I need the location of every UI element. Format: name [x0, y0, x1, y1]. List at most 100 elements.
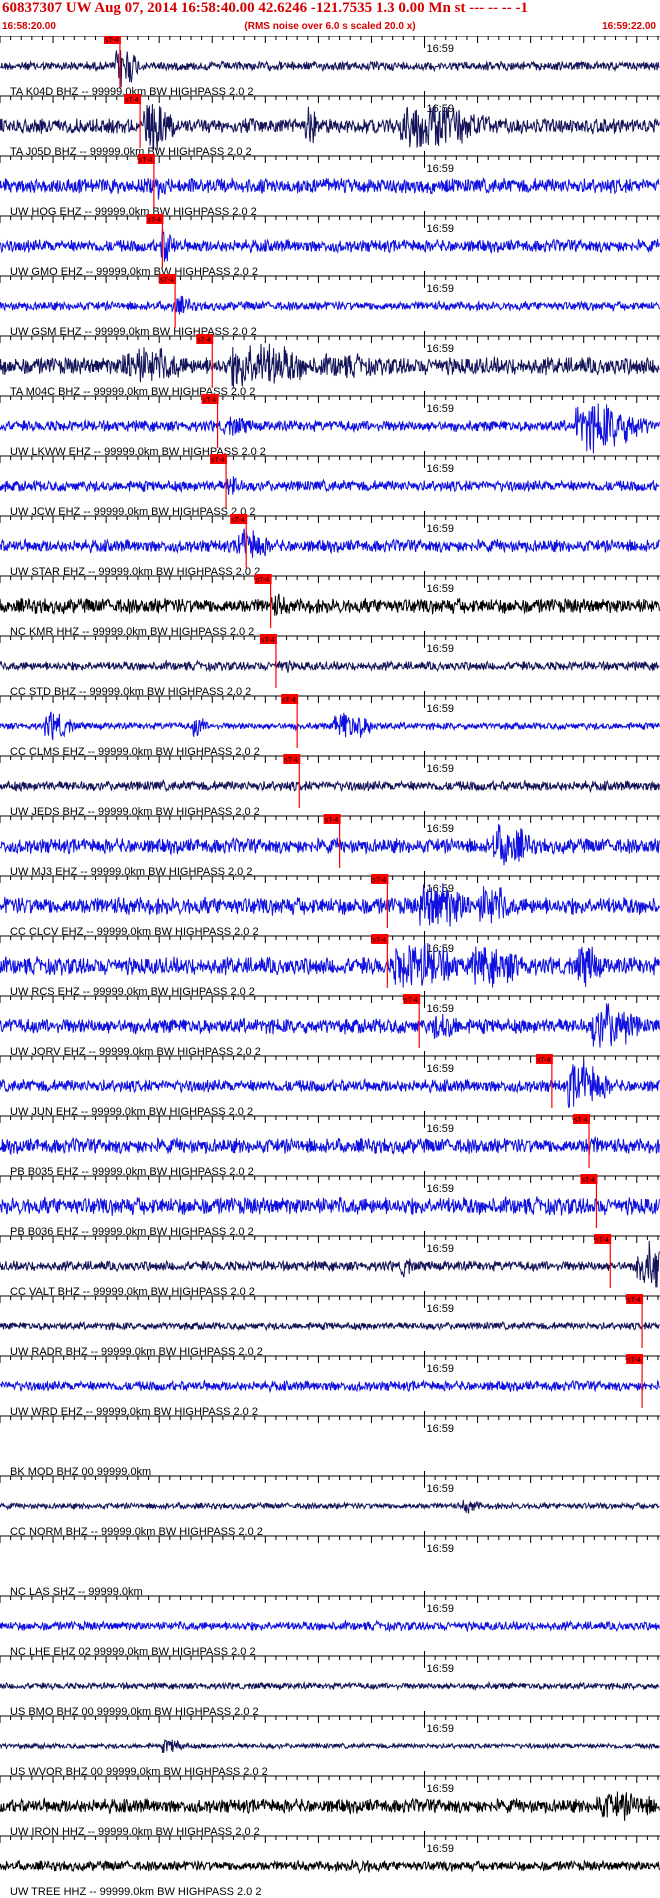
minute-label: 16:59 [427, 1663, 455, 1675]
waveform [0, 1859, 660, 1875]
trace-row: 16:59sT-4UW JEDS BHZ -- 99999.0km BW HIG… [0, 751, 660, 818]
waveform [0, 659, 660, 673]
minute-label: 16:59 [427, 463, 455, 475]
minute-label: 16:59 [427, 1183, 455, 1195]
trace-row: 16:59sT-4TA K04D BHZ -- 99999.0km BW HIG… [0, 36, 660, 98]
waveform [0, 883, 660, 927]
pick-label: sT-4 [404, 997, 418, 1004]
waveform [0, 1136, 660, 1156]
trace-row: 16:59sT-4UW HOG EHZ -- 99999.0km BW HIGH… [0, 151, 660, 218]
trace-row: 16:59UW IRON HHZ -- 99999.0km BW HIGHPAS… [0, 1771, 660, 1838]
minute-label: 16:59 [427, 1363, 455, 1375]
waveform [0, 1499, 660, 1514]
waveform [0, 295, 660, 315]
waveform [0, 778, 660, 794]
trace-row: 16:59sT-4UW MJ3 EHZ -- 99999.0km BW HIGH… [0, 811, 660, 878]
trace-row: 16:59US WVOR BHZ 00 99999.0km BW HIGHPAS… [0, 1711, 660, 1778]
minute-label: 16:59 [427, 1723, 455, 1735]
minute-label: 16:59 [427, 403, 455, 415]
pick-label: sT-4 [574, 1117, 588, 1124]
plot-title: 60837307 UW Aug 07, 2014 16:58:40.00 42.… [2, 0, 528, 16]
trace-row: 16:59sT-4UW RADR BHZ -- 99999.0km BW HIG… [0, 1291, 660, 1358]
pick-label: sT-4 [372, 877, 386, 884]
waveform [0, 528, 660, 558]
trace-row: 16:59sT-4UW GSM EHZ -- 99999.0km BW HIGH… [0, 271, 660, 338]
trace-row: 16:59sT-4UW JCW EHZ -- 99999.0km BW HIGH… [0, 451, 660, 518]
minute-label: 16:59 [427, 583, 455, 595]
minute-label: 16:59 [427, 1003, 455, 1015]
trace-row: 16:59US BMO BHZ 00 99999.0km BW HIGHPASS… [0, 1651, 660, 1718]
minute-label: 16:59 [427, 1543, 455, 1555]
waveform [0, 476, 660, 495]
trace-row: 16:59CC NORM BHZ -- 99999.0km BW HIGHPAS… [0, 1471, 660, 1538]
trace-row: 16:59sT-4UW WRD EHZ -- 99999.0km BW HIGH… [0, 1351, 660, 1418]
waveform [0, 343, 660, 389]
trace-row: 16:59sT-4CC CLCV EHZ -- 99999.0km BW HIG… [0, 871, 660, 938]
pick-label: sT-4 [581, 1177, 595, 1184]
trace-row: 16:59sT-4UW STAR EHZ -- 99999.0km BW HIG… [0, 511, 660, 578]
waveform [0, 1619, 660, 1633]
pick-label: sT-4 [372, 937, 386, 944]
trace-row: 16:59NC LHE EHZ 02 99999.0km BW HIGHPASS… [0, 1591, 660, 1658]
pick-label: sT-4 [261, 637, 275, 644]
waveform [0, 50, 660, 88]
pick-label: sT-4 [627, 1297, 641, 1304]
pick-label: sT-4 [105, 37, 119, 44]
minute-label: 16:59 [427, 43, 455, 55]
minute-label: 16:59 [427, 163, 455, 175]
minute-label: 16:59 [427, 643, 455, 655]
minute-label: 16:59 [427, 343, 455, 355]
trace-row: 16:59sT-4UW RCS EHZ -- 99999.0km BW HIGH… [0, 931, 660, 998]
waveform [0, 1240, 660, 1288]
minute-label: 16:59 [427, 1843, 455, 1855]
pick-label: sT-4 [147, 217, 161, 224]
minute-label: 16:59 [427, 1123, 455, 1135]
trace-row: 16:59sT-4CC STD BHZ -- 99999.0km BW HIGH… [0, 631, 660, 698]
minute-label: 16:59 [427, 283, 455, 295]
minute-label: 16:59 [427, 703, 455, 715]
pick-label: sT-4 [197, 337, 211, 344]
waveform [0, 1379, 660, 1394]
pick-label: sT-4 [284, 757, 298, 764]
trace-row: 16:59 UW TREE HHZ -- 99999.0km BW HIGHPAS… [0, 1831, 660, 1898]
pick-label: sT-4 [325, 817, 339, 824]
waveform [0, 1791, 660, 1821]
waveform [0, 103, 660, 151]
minute-label: 16:59 [427, 1063, 455, 1075]
minute-label: 16:59 [427, 1303, 455, 1315]
waveform [0, 1738, 660, 1753]
minute-label: 16:59 [427, 1243, 455, 1255]
minute-label: 16:59 [427, 1483, 455, 1495]
trace-label: UW TREE HHZ -- 99999.0km BW HIGHPASS 2.0… [10, 1886, 261, 1898]
waveform [0, 1061, 660, 1108]
pick-label: sT-4 [203, 397, 217, 404]
minute-label: 16:59 [427, 823, 455, 835]
trace-row: 16:59sT-4PB B036 EHZ -- 99999.0km BW HIG… [0, 1171, 660, 1238]
plot-header: 60837307 UW Aug 07, 2014 16:58:40.00 42.… [0, 0, 660, 36]
waveform [0, 593, 660, 617]
waveform [0, 177, 660, 200]
trace-row: 16:59sT-4UW LKWW EHZ -- 99999.0km BW HIG… [0, 391, 660, 458]
pick-label: sT-4 [139, 157, 153, 164]
trace-row: 16:59sT-4TA M04C BHZ -- 99999.0km BW HIG… [0, 331, 660, 398]
waveform [0, 823, 660, 866]
minute-label: 16:59 [427, 1783, 455, 1795]
trace-row: 16:59sT-4TA J05D BHZ -- 99999.0km BW HIG… [0, 91, 660, 158]
pick-label: sT-4 [537, 1057, 551, 1064]
waveform [0, 1320, 660, 1332]
trace-row: 16:59sT-4PB B035 EHZ -- 99999.0km BW HIG… [0, 1111, 660, 1178]
pick-label: sT-4 [211, 457, 225, 464]
trace-row: 16:59sT-4CC CLMS EHZ -- 99999.0km BW HIG… [0, 691, 660, 758]
minute-label: 16:59 [427, 223, 455, 235]
end-time-label: 16:59:22.00 [602, 21, 656, 32]
pick-label: sT-4 [160, 277, 174, 284]
pick-label: sT-4 [231, 517, 245, 524]
trace-row: 16:59sT-4UW JUN EHZ -- 99999.0km BW HIGH… [0, 1051, 660, 1118]
waveform [0, 1196, 660, 1216]
rms-note: (RMS noise over 6.0 s scaled 20.0 x) [244, 21, 416, 32]
minute-label: 16:59 [427, 1423, 455, 1435]
trace-row: 16:59sT-4UW GMO EHZ -- 99999.0km BW HIGH… [0, 211, 660, 278]
trace-row: 16:59sT-4CC VALT BHZ -- 99999.0km BW HIG… [0, 1231, 660, 1298]
minute-label: 16:59 [427, 523, 455, 535]
minute-label: 16:59 [427, 883, 455, 895]
